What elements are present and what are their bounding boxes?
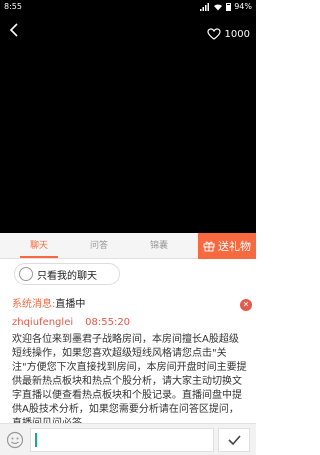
system-message-text: 直播中: [55, 299, 86, 310]
checkmark-icon: [228, 435, 241, 446]
chat-messages[interactable]: 系统消息:直播中 ✕ zhqiufenglei 08:55:20 欢迎各位来到墨…: [0, 289, 256, 429]
input-bar: [0, 423, 256, 455]
gift-label: 送礼物: [218, 240, 251, 253]
tab-tips[interactable]: 锦囊: [133, 233, 185, 259]
signal-icon: [200, 2, 210, 11]
status-icons: 94%: [200, 2, 252, 11]
system-message-prefix: 系统消息:: [12, 299, 56, 310]
status-bar: 8:55 94%: [0, 0, 256, 14]
filter-row: 只看我的聊天: [0, 259, 256, 289]
message-time: 08:55:20: [85, 317, 131, 328]
only-my-chat-toggle[interactable]: 只看我的聊天: [14, 263, 120, 285]
tab-bar: 聊天 问答 锦囊 送礼物: [0, 233, 256, 259]
toggle-circle: [19, 267, 33, 281]
emoji-icon[interactable]: [6, 431, 24, 449]
like-button[interactable]: 1000: [206, 28, 250, 40]
tab-qa[interactable]: 问答: [73, 233, 125, 259]
battery-percent: 94%: [234, 2, 252, 11]
like-count: 1000: [224, 28, 250, 40]
wifi-icon: [214, 3, 223, 11]
send-button[interactable]: [218, 428, 250, 452]
chat-input[interactable]: [30, 428, 214, 452]
text-cursor: [35, 433, 37, 447]
back-arrow-icon[interactable]: [6, 22, 22, 38]
send-gift-button[interactable]: 送礼物: [198, 233, 256, 259]
close-icon[interactable]: ✕: [240, 299, 252, 311]
heart-icon: [206, 28, 221, 40]
battery-icon: [226, 2, 232, 11]
system-message: 系统消息:直播中: [12, 295, 85, 310]
message-username[interactable]: zhqiufenglei: [12, 317, 73, 328]
message-header: zhqiufenglei 08:55:20: [12, 317, 130, 328]
tab-indicator: [20, 256, 58, 258]
video-player[interactable]: 1000: [0, 14, 256, 233]
status-time: 8:55: [4, 2, 22, 11]
only-my-chat-label: 只看我的聊天: [37, 270, 97, 282]
message-text: 欢迎各位来到墨君子战略房间，本房间擅长A股超级短线操作，如果您喜欢超级短线风格请…: [12, 334, 247, 429]
gift-icon: [203, 241, 215, 252]
